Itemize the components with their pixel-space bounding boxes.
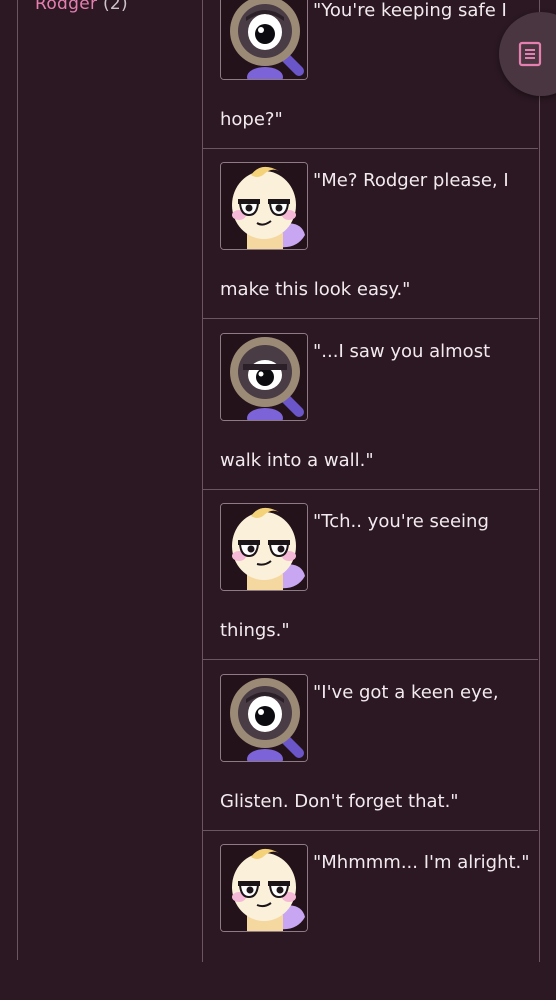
message-row: "...I saw you almost walk into a wall." — [202, 319, 538, 490]
message-line-2: things." — [220, 620, 290, 641]
message-line-2: hope?" — [220, 109, 283, 130]
left-border — [17, 0, 18, 960]
magnifier-character-icon — [220, 674, 308, 762]
message-row: "Tch.. you're seeing things." — [202, 489, 538, 660]
cream-character-icon — [220, 162, 308, 250]
sidebar-link-label[interactable]: Rodger — [35, 0, 97, 14]
message-row: "Me? Rodger please, I make this look eas… — [202, 148, 538, 319]
message-line-2: walk into a wall." — [220, 450, 374, 471]
message-line-1: "Me? Rodger please, I — [313, 170, 509, 191]
table-of-contents-icon — [518, 41, 542, 67]
message-line-1: "I've got a keen eye, — [313, 682, 499, 703]
message-row: "I've got a keen eye, Glisten. Don't for… — [202, 660, 538, 831]
message-line-1: "Tch.. you're seeing — [313, 511, 489, 532]
magnifier-character-icon — [220, 0, 308, 80]
message-line-1: "Mhmmm... I'm alright." — [313, 852, 530, 873]
message-row: "Mhmmm... I'm alright." — [202, 830, 538, 1000]
message-line-2: Glisten. Don't forget that." — [220, 791, 459, 812]
message-row: "You're keeping safe I hope?" — [202, 0, 538, 149]
message-line-1: "...I saw you almost — [313, 341, 491, 362]
magnifier-character-icon — [220, 333, 308, 421]
sidebar-link-count: (2) — [103, 0, 128, 14]
cream-character-icon — [220, 844, 308, 932]
message-line-2: make this look easy." — [220, 279, 411, 300]
message-line-1: "You're keeping safe I — [313, 0, 507, 21]
cream-character-icon — [220, 503, 308, 591]
sidebar-link-rodger[interactable]: Rodger (2) — [35, 0, 128, 14]
